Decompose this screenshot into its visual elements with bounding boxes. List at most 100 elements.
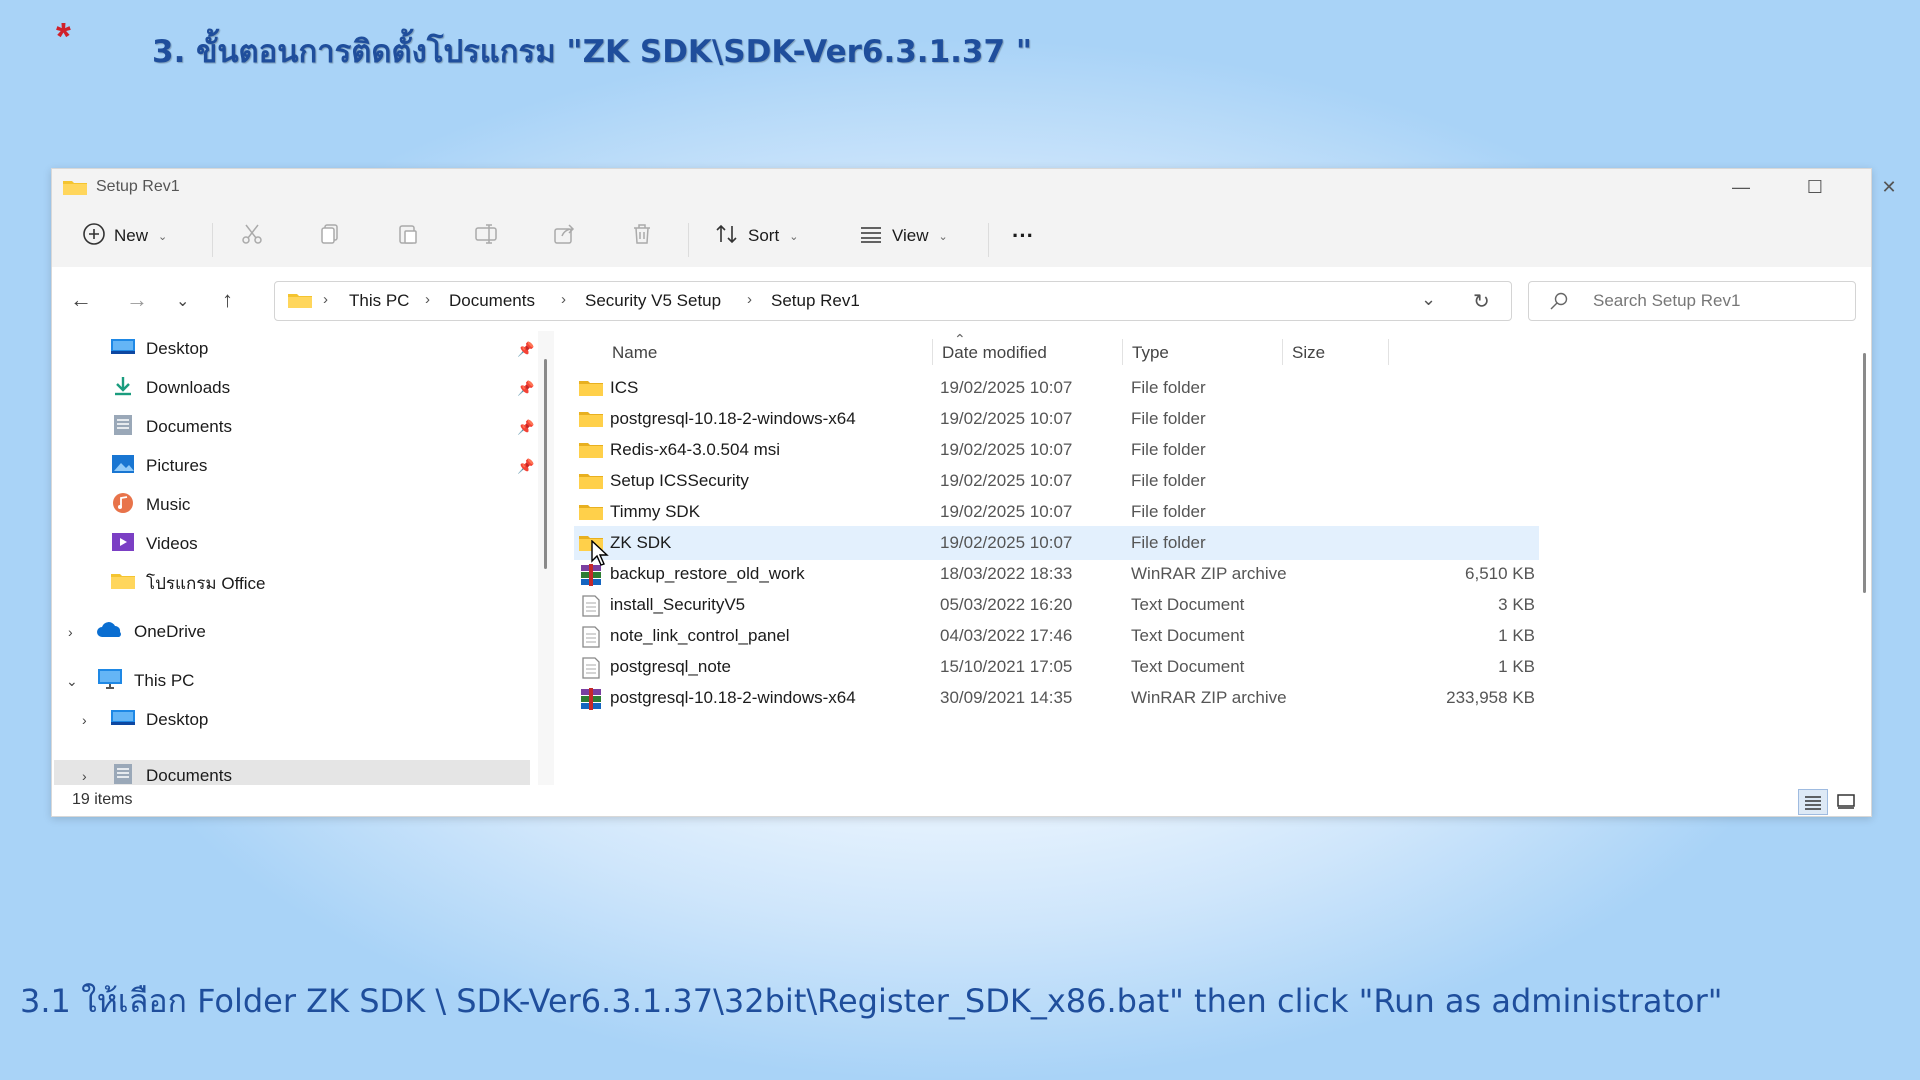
nav-this-pc[interactable]: This PC (96, 665, 194, 697)
file-row[interactable]: ICS 19/02/2025 10:07 File folder (574, 371, 1539, 405)
paste-icon (396, 222, 420, 251)
file-name: note_link_control_panel (610, 626, 790, 645)
new-button[interactable]: New ⌄ (82, 217, 167, 255)
nav-videos[interactable]: Videos (110, 528, 198, 560)
expand-chevron-icon[interactable]: › (82, 768, 87, 784)
file-scrollbar[interactable] (1857, 331, 1871, 785)
expand-chevron-icon[interactable]: › (68, 624, 73, 640)
maximize-button[interactable]: ☐ (1792, 173, 1838, 201)
file-date: 19/02/2025 10:07 (940, 471, 1073, 490)
column-header-type[interactable]: Type (1132, 343, 1169, 363)
pin-icon[interactable]: 📌 (517, 341, 534, 358)
nav-downloads[interactable]: Downloads (110, 372, 230, 404)
plus-circle-icon (82, 222, 106, 251)
file-type: File folder (1131, 378, 1206, 397)
nav-label: Videos (146, 534, 198, 553)
refresh-icon[interactable]: ↻ (1473, 289, 1490, 314)
file-name: postgresql-10.18-2-windows-x64 (610, 409, 856, 428)
breadcrumb-this-pc[interactable]: This PC (349, 291, 409, 311)
recent-chevron-icon[interactable]: ⌄ (176, 291, 189, 311)
nav-label: โปรแกรม Office (146, 573, 266, 593)
nav-office-folder[interactable]: โปรแกรม Office (110, 567, 265, 599)
file-row[interactable]: backup_restore_old_work 18/03/2022 18:33 W… (574, 557, 1539, 591)
file-row[interactable]: Timmy SDK 19/02/2025 10:07 File folder (574, 495, 1539, 529)
nav-scrollbar[interactable] (538, 331, 554, 785)
expand-chevron-icon[interactable]: › (82, 712, 87, 728)
file-row[interactable]: install_SecurityV5 05/03/2022 16:20 Text D… (574, 588, 1539, 622)
view-button[interactable]: View ⌄ (858, 217, 948, 255)
file-row[interactable]: Setup ICSSecurity 19/02/2025 10:07 File fo… (574, 464, 1539, 498)
rename-icon (474, 222, 500, 251)
more-options-button[interactable]: ··· (1012, 217, 1034, 255)
file-name: postgresql-10.18-2-windows-x64 (610, 688, 856, 707)
column-header-name[interactable]: Name (612, 343, 657, 363)
nav-thispc-desktop[interactable]: Desktop (110, 704, 208, 736)
share-icon (552, 222, 576, 251)
search-input[interactable]: Search Setup Rev1 (1528, 281, 1856, 321)
file-row[interactable]: Redis-x64-3.0.504 msi 19/02/2025 10:07 Fil… (574, 433, 1539, 467)
close-button[interactable]: ✕ (1866, 173, 1912, 201)
file-size: 6,510 KB (1465, 564, 1535, 583)
nav-scroll-thumb[interactable] (544, 359, 547, 569)
title-bar[interactable]: Setup Rev1 — ☐ ✕ (52, 169, 1897, 205)
address-bar[interactable]: › This PC › Documents › Security V5 Setu… (274, 281, 1512, 321)
back-arrow-icon[interactable]: ← (70, 287, 92, 313)
collapse-chevron-icon[interactable]: ⌄ (66, 673, 78, 690)
up-arrow-icon[interactable]: ↑ (222, 287, 233, 313)
minimize-button[interactable]: — (1718, 173, 1764, 201)
details-view-icon[interactable] (1798, 789, 1828, 815)
paste-button[interactable] (396, 217, 420, 255)
mouse-cursor-icon (590, 539, 610, 571)
file-row[interactable]: note_link_control_panel 04/03/2022 17:46 T… (574, 619, 1539, 653)
file-date: 15/10/2021 17:05 (940, 657, 1073, 676)
column-header-date[interactable]: Date modified (942, 343, 1047, 363)
cut-button[interactable] (240, 217, 264, 255)
pin-icon[interactable]: 📌 (517, 458, 534, 475)
forward-arrow-icon[interactable]: → (126, 287, 148, 313)
pin-icon[interactable]: 📌 (517, 419, 534, 436)
breadcrumb-setup-rev1[interactable]: Setup Rev1 (771, 291, 860, 311)
file-row[interactable]: ZK SDK 19/02/2025 10:07 File folder (574, 526, 1539, 560)
file-date: 05/03/2022 16:20 (940, 595, 1073, 614)
nav-documents[interactable]: Documents (110, 411, 232, 443)
file-row[interactable]: postgresql-10.18-2-windows-x64 19/02/2025… (574, 402, 1539, 436)
sort-button[interactable]: Sort ⌄ (714, 217, 798, 255)
file-type: File folder (1131, 440, 1206, 459)
folder-icon (578, 502, 604, 527)
share-button[interactable] (552, 217, 576, 255)
nav-label: Documents (146, 766, 232, 785)
file-type: WinRAR ZIP archive (1131, 688, 1287, 707)
file-type: Text Document (1131, 657, 1245, 676)
nav-label: Downloads (146, 378, 231, 397)
copy-button[interactable] (318, 217, 342, 255)
nav-onedrive[interactable]: OneDrive (96, 616, 206, 648)
nav-music[interactable]: Music (110, 489, 190, 521)
folder-icon (578, 471, 604, 496)
trash-icon (630, 222, 654, 251)
file-name: Timmy SDK (610, 502, 701, 521)
breadcrumb-security-v5-setup[interactable]: Security V5 Setup (585, 291, 721, 311)
file-size: 1 KB (1498, 657, 1535, 676)
file-row[interactable]: postgresql_note 15/10/2021 17:05 Text Docu… (574, 650, 1539, 684)
delete-button[interactable] (630, 217, 654, 255)
file-name: install_SecurityV5 (610, 595, 746, 614)
file-scroll-thumb[interactable] (1863, 353, 1866, 593)
file-row[interactable]: postgresql-10.18-2-windows-x64 30/09/2021… (574, 681, 1539, 715)
breadcrumb-documents[interactable]: Documents (449, 291, 535, 311)
chevron-down-icon: ⌄ (158, 230, 168, 243)
pin-icon[interactable]: 📌 (517, 380, 534, 397)
rename-button[interactable] (474, 217, 500, 255)
file-size: 233,958 KB (1446, 688, 1535, 707)
tiles-view-icon[interactable] (1832, 789, 1860, 813)
address-dropdown-icon[interactable]: ⌄ (1421, 289, 1436, 310)
column-header-size[interactable]: Size (1292, 343, 1325, 363)
address-row: ← → ⌄ ↑ › This PC › Documents › Security… (52, 267, 1871, 331)
text-document-icon (578, 626, 604, 653)
file-name: backup_restore_old_work (610, 564, 805, 583)
file-name: ICS (610, 378, 639, 397)
nav-pictures[interactable]: Pictures (110, 450, 207, 482)
nav-label: Pictures (146, 456, 208, 475)
nav-desktop[interactable]: Desktop (110, 333, 208, 365)
chevron-down-icon: ⌄ (789, 230, 799, 243)
navigation-pane: Desktop 📌 Downloads 📌 Documents 📌 Pictur… (52, 331, 534, 785)
